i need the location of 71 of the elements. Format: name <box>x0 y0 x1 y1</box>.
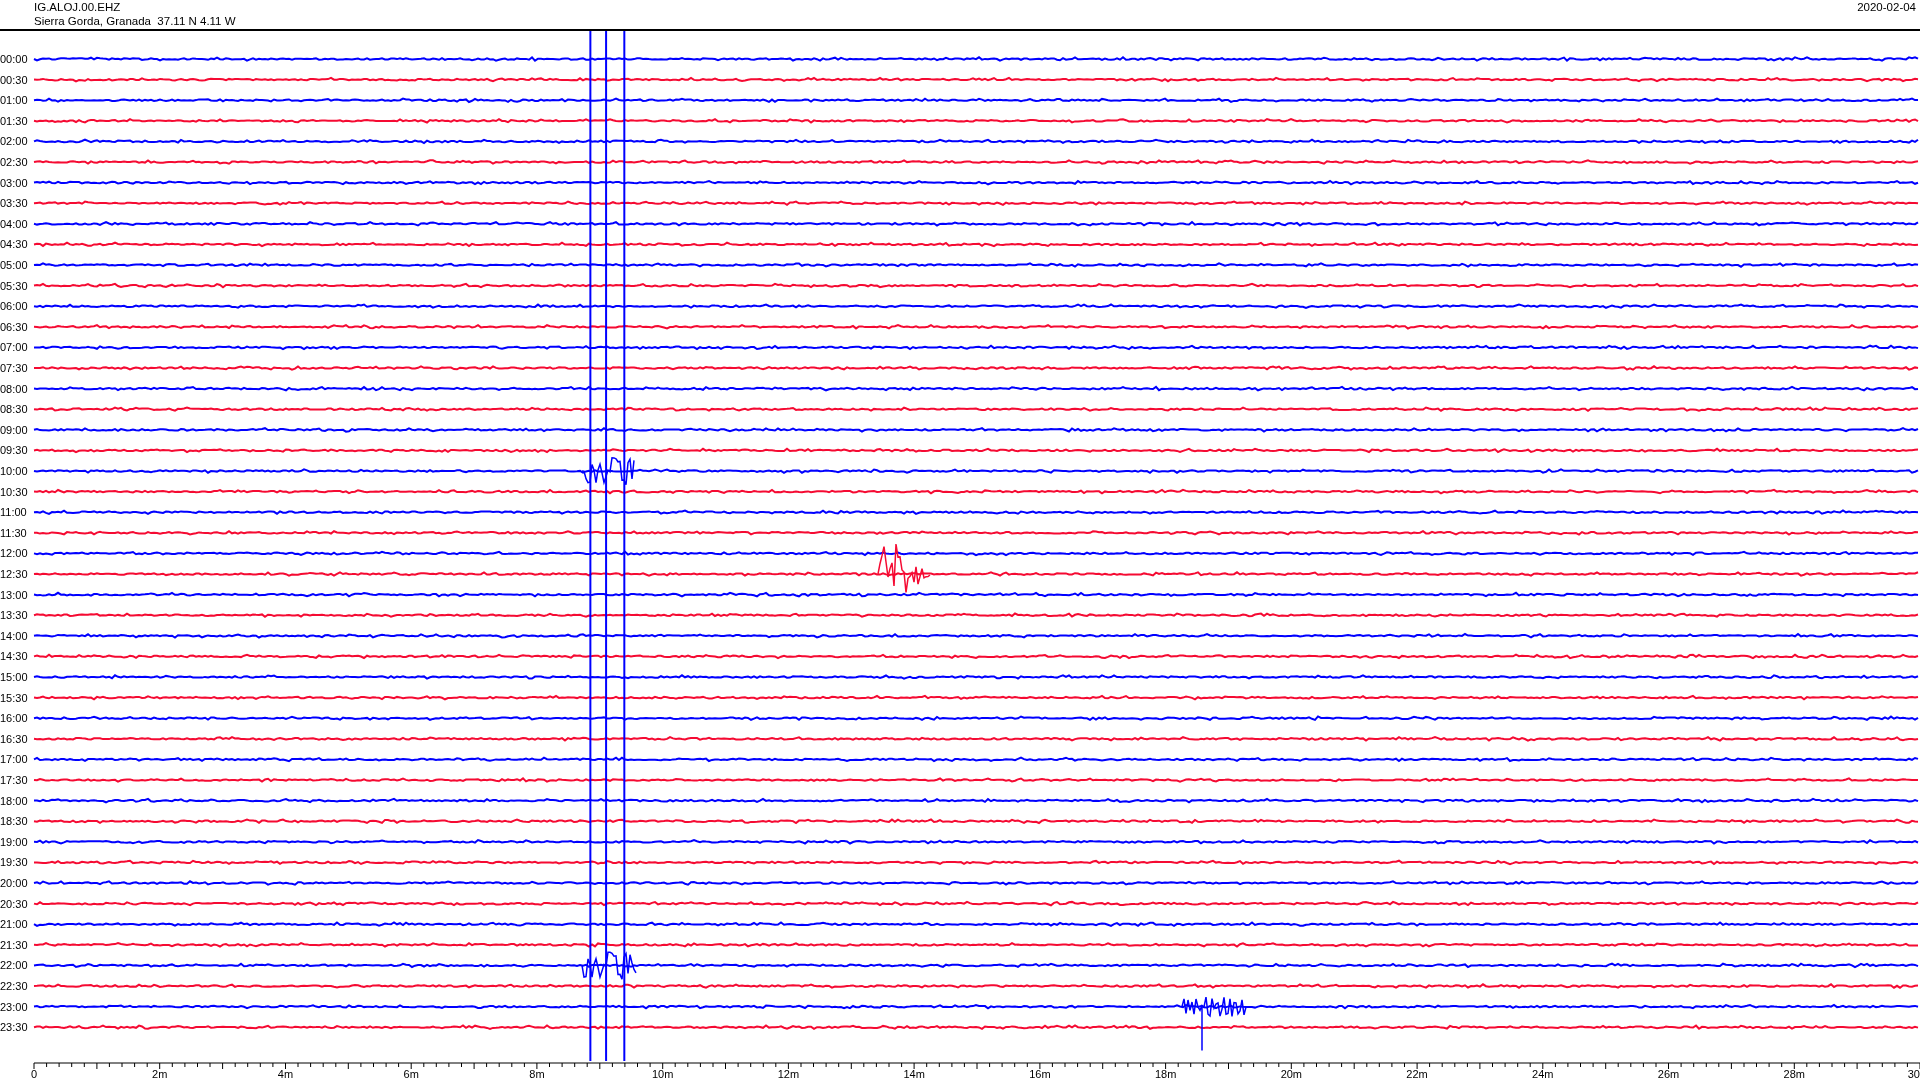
station-location: Sierra Gorda, Granada 37.11 N 4.11 W <box>34 14 236 28</box>
station-code: IG.ALOJ.00.EHZ <box>34 0 122 14</box>
time-label: 23:30 <box>0 1021 28 1034</box>
seismic-event-drawing <box>1181 996 1247 1052</box>
time-label: 08:30 <box>0 403 28 416</box>
seismic-event-drawing <box>581 456 635 486</box>
time-label: 06:30 <box>0 320 28 333</box>
time-label: 20:30 <box>0 897 28 910</box>
time-label: 17:00 <box>0 753 28 766</box>
time-label: 12:00 <box>0 547 28 560</box>
time-label: 11:30 <box>0 526 27 539</box>
time-label: 21:00 <box>0 918 28 931</box>
time-label: 13:00 <box>0 588 28 601</box>
axis-label: 10m <box>651 1068 674 1080</box>
time-label: 20:00 <box>0 877 28 889</box>
axis-label: 0 <box>30 1068 38 1080</box>
time-label: 05:30 <box>0 279 28 292</box>
axis-label: 24m <box>1532 1068 1554 1080</box>
time-label: 19:30 <box>0 856 28 869</box>
earthquake-drawing <box>877 543 931 594</box>
time-label: 21:30 <box>0 938 28 951</box>
time-label: 01:30 <box>0 114 28 127</box>
axis-label: 16m <box>1029 1068 1051 1080</box>
time-label: 14:30 <box>0 650 28 663</box>
time-label: 10:30 <box>0 485 28 498</box>
axis-label: 12m <box>777 1068 800 1080</box>
axis-label: 18m <box>1154 1068 1177 1080</box>
time-label: 09:00 <box>0 423 28 436</box>
axis-label: 20m <box>1280 1068 1303 1080</box>
time-label: 22:30 <box>0 980 28 992</box>
time-label: 00:30 <box>0 73 28 86</box>
time-label: 04:00 <box>0 217 28 230</box>
axis-label: 22m <box>1406 1068 1428 1080</box>
time-label: 15:30 <box>0 691 28 704</box>
axis-label: 28m <box>1783 1068 1805 1080</box>
time-label: 18:30 <box>0 815 28 828</box>
axis-label: 8m <box>529 1068 545 1080</box>
time-label: 23:00 <box>0 1000 28 1013</box>
time-label: 03:00 <box>0 176 28 189</box>
time-label: 16:00 <box>0 712 28 725</box>
time-label: 10:00 <box>0 465 28 477</box>
seismic-event-drawing <box>581 951 637 981</box>
time-label: 12:30 <box>0 568 28 580</box>
time-label: 19:00 <box>0 835 28 848</box>
axis-label: 4m <box>277 1068 294 1080</box>
time-label: 18:00 <box>0 794 28 807</box>
time-label: 15:00 <box>0 671 28 683</box>
time-label: 16:30 <box>0 732 28 745</box>
time-label: 00:00 <box>0 53 28 65</box>
time-label: 06:00 <box>0 300 28 313</box>
time-label: 03:30 <box>0 197 28 210</box>
time-label: 01:00 <box>0 94 28 107</box>
time-label: 04:30 <box>0 238 28 251</box>
time-label: 14:00 <box>0 629 28 642</box>
time-label: 13:30 <box>0 609 28 622</box>
time-label: 05:00 <box>0 259 28 271</box>
time-label: 17:30 <box>0 774 28 786</box>
time-label: 11:00 <box>0 506 27 519</box>
time-label: 08:00 <box>0 382 28 395</box>
time-label: 02:00 <box>0 135 28 148</box>
axis-label: 6m <box>403 1068 419 1080</box>
time-label: 09:30 <box>0 444 28 457</box>
time-label: 22:00 <box>0 959 28 972</box>
time-label: 02:30 <box>0 156 28 168</box>
time-label: 07:00 <box>0 341 28 354</box>
plot-date: 2020-02-04 <box>1857 0 1916 15</box>
axis-label: 2m <box>152 1068 168 1080</box>
axis-label: 26m <box>1657 1068 1680 1080</box>
time-label: 07:30 <box>0 362 28 374</box>
axis-label: 14m <box>903 1068 925 1080</box>
axis-label: 30 <box>1907 1068 1920 1080</box>
